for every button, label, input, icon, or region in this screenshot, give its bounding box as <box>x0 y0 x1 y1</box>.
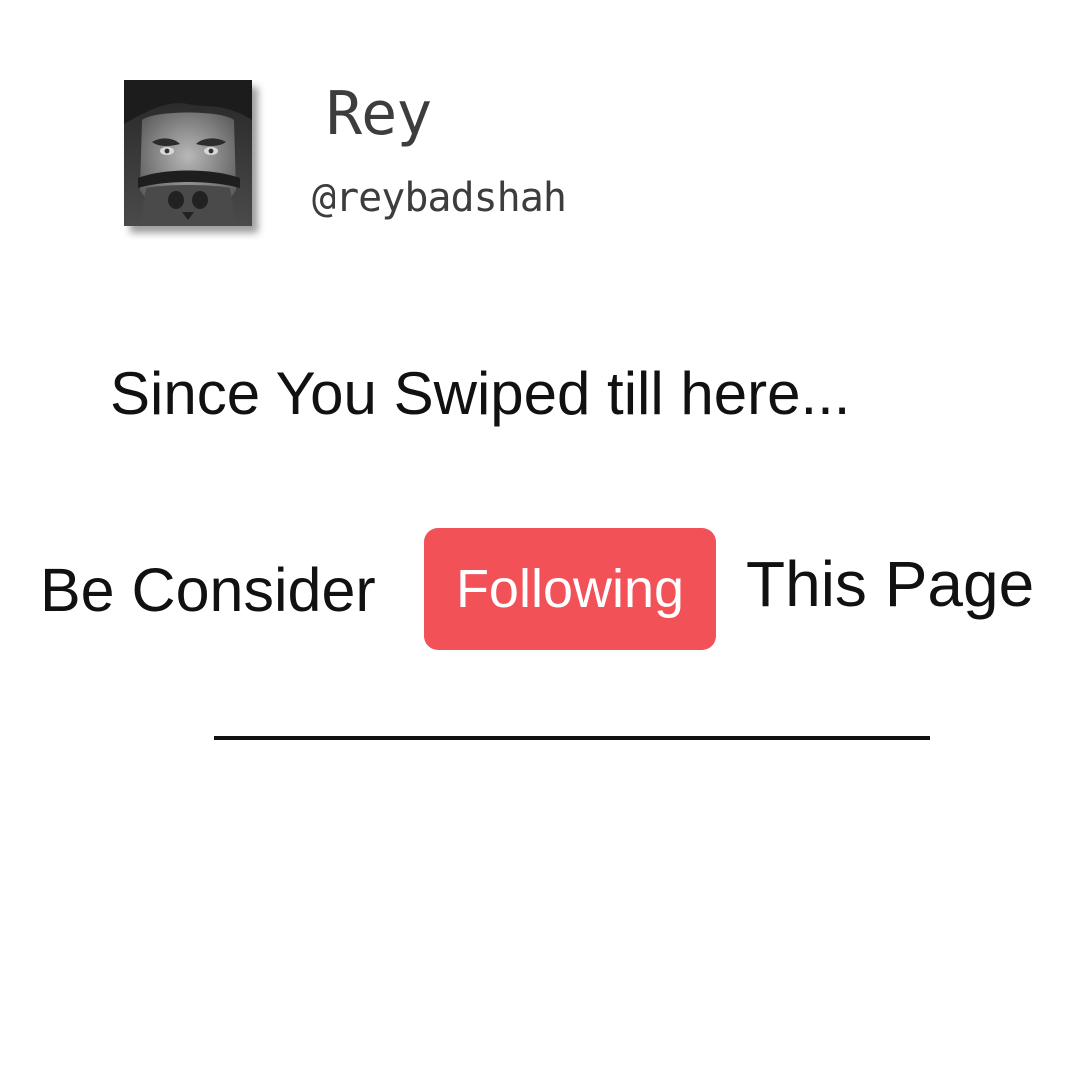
profile-name[interactable]: Rey <box>326 72 432 156</box>
cta-prefix-text: Be Consider <box>40 556 376 624</box>
masked-face-avatar-icon <box>124 80 252 226</box>
cta-suffix-text: This Page <box>746 548 1035 620</box>
profile-handle[interactable]: @reybadshah <box>312 170 567 226</box>
follow-call-to-action: Be Consider Following This Page <box>40 528 1070 652</box>
following-button[interactable]: Following <box>424 528 716 650</box>
divider-line <box>214 736 930 740</box>
post-card: Rey @reybadshah Since You Swiped till he… <box>0 0 1080 1080</box>
headline-text: Since You Swiped till here... <box>110 360 851 427</box>
profile-avatar[interactable] <box>124 80 252 226</box>
